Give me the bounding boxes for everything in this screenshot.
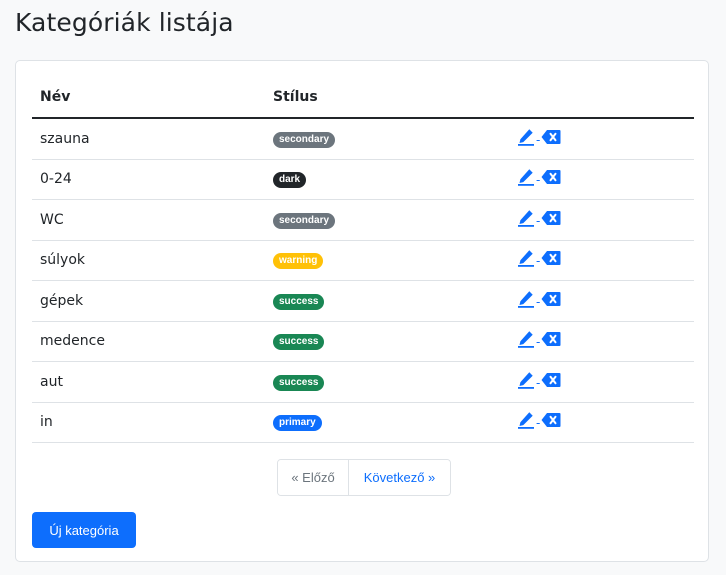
delete-icon[interactable] bbox=[541, 412, 561, 428]
row-actions: - bbox=[517, 330, 561, 348]
category-name: szauna bbox=[32, 118, 265, 160]
category-name: 0-24 bbox=[32, 159, 265, 200]
row-actions: - bbox=[517, 168, 561, 186]
action-separator: - bbox=[536, 375, 541, 390]
style-badge: secondary bbox=[273, 212, 336, 229]
style-badge: success bbox=[273, 374, 325, 391]
header-name: Név bbox=[32, 77, 265, 119]
action-separator: - bbox=[536, 213, 541, 228]
row-actions: - bbox=[517, 128, 561, 146]
action-separator: - bbox=[536, 173, 541, 188]
pencil-icon[interactable] bbox=[517, 330, 535, 349]
style-cell: secondary bbox=[265, 199, 509, 241]
delete-icon[interactable] bbox=[541, 331, 561, 347]
category-card: Név Stílus szauna secondary - 0-24 dark - WC se… bbox=[15, 60, 709, 562]
style-cell: success bbox=[265, 321, 509, 362]
pencil-icon[interactable] bbox=[517, 249, 535, 268]
style-cell: success bbox=[265, 361, 509, 403]
pagination-next[interactable]: Következő » bbox=[348, 460, 450, 495]
delete-icon[interactable] bbox=[541, 129, 561, 145]
row-actions: - bbox=[517, 290, 561, 308]
style-badge: dark bbox=[273, 172, 307, 189]
style-cell: warning bbox=[265, 240, 509, 281]
table-row: gépek success - bbox=[32, 280, 694, 322]
row-actions: - bbox=[517, 209, 561, 227]
style-badge: secondary bbox=[273, 131, 336, 148]
table-row: súlyok warning - bbox=[32, 240, 694, 281]
pencil-icon[interactable] bbox=[517, 411, 535, 430]
style-cell: dark bbox=[265, 159, 509, 200]
pencil-icon[interactable] bbox=[517, 371, 535, 389]
pencil-icon[interactable] bbox=[517, 209, 535, 227]
actions-cell: - bbox=[509, 240, 694, 281]
row-actions: - bbox=[517, 411, 561, 429]
delete-icon[interactable] bbox=[541, 169, 561, 185]
category-table: Név Stílus szauna secondary - 0-24 dark - WC se… bbox=[32, 77, 694, 443]
actions-cell: - bbox=[509, 321, 694, 362]
table-row: aut success - bbox=[32, 361, 694, 403]
table-row: medence success - bbox=[32, 321, 694, 362]
actions-cell: - bbox=[509, 361, 694, 403]
actions-cell: - bbox=[509, 159, 694, 200]
delete-icon[interactable] bbox=[541, 372, 561, 388]
row-actions: - bbox=[517, 249, 561, 267]
style-badge: warning bbox=[273, 253, 324, 270]
actions-cell: - bbox=[509, 199, 694, 241]
table-row: WC secondary - bbox=[32, 199, 694, 241]
pencil-icon[interactable] bbox=[517, 290, 535, 308]
table-row: in primary - bbox=[32, 402, 694, 443]
pagination: « Előző Következő » bbox=[277, 459, 451, 496]
table-row: 0-24 dark - bbox=[32, 159, 694, 200]
action-separator: - bbox=[536, 416, 541, 431]
header-actions bbox=[509, 77, 694, 119]
pencil-icon[interactable] bbox=[517, 128, 535, 146]
pagination-prev[interactable]: « Előző bbox=[278, 460, 348, 495]
style-badge: success bbox=[273, 334, 325, 351]
category-name: súlyok bbox=[32, 240, 265, 281]
row-actions: - bbox=[517, 371, 561, 389]
style-cell: primary bbox=[265, 402, 509, 443]
table-body: szauna secondary -0-24 dark - WC secondary - súl… bbox=[32, 118, 694, 443]
category-name: medence bbox=[32, 321, 265, 362]
pencil-icon[interactable] bbox=[517, 168, 535, 187]
delete-icon[interactable] bbox=[541, 250, 561, 266]
category-name: WC bbox=[32, 199, 265, 241]
table-row: szauna secondary - bbox=[32, 118, 694, 160]
header-style: Stílus bbox=[265, 77, 509, 119]
action-separator: - bbox=[536, 335, 541, 350]
style-cell: secondary bbox=[265, 118, 509, 160]
style-cell: success bbox=[265, 280, 509, 322]
category-name: in bbox=[32, 402, 265, 443]
action-separator: - bbox=[536, 254, 541, 269]
delete-icon[interactable] bbox=[541, 210, 561, 226]
actions-cell: - bbox=[509, 280, 694, 322]
new-category-button[interactable]: Új kategória bbox=[32, 512, 136, 548]
delete-icon[interactable] bbox=[541, 291, 561, 307]
actions-cell: - bbox=[509, 118, 694, 160]
actions-cell: - bbox=[509, 402, 694, 443]
category-name: aut bbox=[32, 361, 265, 403]
category-name: gépek bbox=[32, 280, 265, 322]
style-badge: primary bbox=[273, 415, 322, 432]
action-separator: - bbox=[536, 294, 541, 309]
action-separator: - bbox=[536, 132, 541, 147]
style-badge: success bbox=[273, 293, 325, 310]
table-header-row: Név Stílus bbox=[32, 77, 694, 119]
page-title: Kategóriák listája bbox=[15, 8, 234, 37]
